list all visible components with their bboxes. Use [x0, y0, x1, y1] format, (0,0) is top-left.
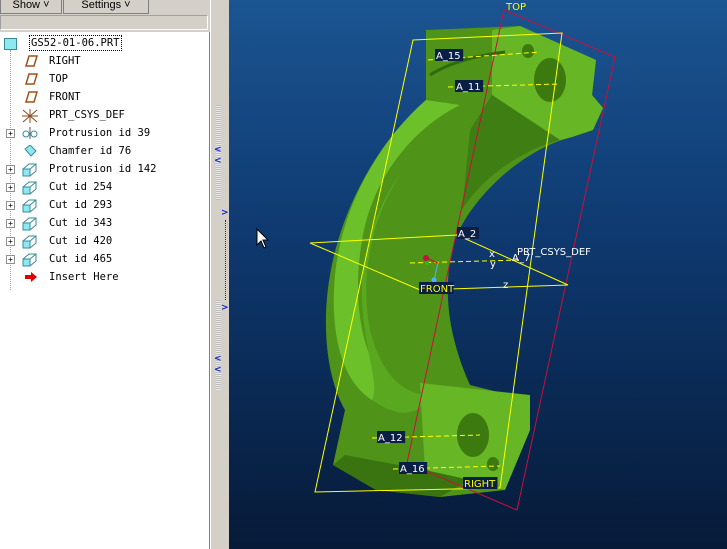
tree-header-bar — [0, 15, 208, 30]
tree-item-label: RIGHT — [49, 55, 81, 67]
csys-z-label[interactable]: z — [503, 280, 508, 291]
datum-plane-icon — [22, 73, 39, 85]
tree-item[interactable]: + Cut id 254 — [0, 178, 200, 196]
revolve-protrusion-icon — [22, 127, 38, 139]
right-plane-label[interactable]: RIGHT — [463, 477, 498, 490]
extrude-icon — [22, 163, 38, 177]
tree-item-label: Insert Here — [49, 271, 119, 283]
expand-icon[interactable]: + — [6, 129, 15, 138]
expand-icon[interactable]: + — [6, 183, 15, 192]
axis-label-a_11-text: A_11 — [456, 82, 481, 93]
model-tree-panel: Show ˅ Settings ˅ GS52-01-06.PRT RIGHT TO… — [0, 0, 210, 549]
sash-handle[interactable] — [216, 300, 221, 390]
tree-item-label: Cut id 343 — [49, 217, 113, 229]
datum-plane-icon — [22, 91, 39, 103]
tree-item-label: FRONT — [49, 91, 81, 103]
expand-icon[interactable]: + — [6, 201, 15, 210]
expand-icon[interactable]: + — [6, 219, 15, 228]
tree-item-label: Cut id 420 — [49, 235, 113, 247]
tree-root[interactable]: GS52-01-06.PRT — [0, 34, 200, 52]
axis-label-a_2-text: A_2 — [458, 229, 476, 240]
settings-label: Settings — [81, 0, 122, 11]
tree-item[interactable]: RIGHT — [0, 52, 200, 70]
axis-label-a_15-text: A_15 — [436, 51, 461, 62]
datum-plane-icon — [22, 55, 39, 67]
axis-label-a_12[interactable]: A_12 — [377, 431, 406, 444]
tree-item[interactable]: + Protrusion id 39 — [0, 124, 200, 142]
tree-item[interactable]: TOP — [0, 70, 200, 88]
tree-item-label: Protrusion id 142 — [49, 163, 157, 175]
csys-z-label-text: z — [503, 280, 508, 291]
tree-item-label: Cut id 254 — [49, 181, 113, 193]
csys-y-label[interactable]: y — [490, 259, 496, 270]
mouse-cursor-icon — [256, 227, 270, 249]
collapse-left-icon[interactable]: < — [214, 365, 222, 375]
axis-label-a_7-text: A_7 — [512, 253, 530, 264]
front-plane-label[interactable]: FRONT — [419, 282, 455, 295]
splitter-dotted-line — [225, 220, 226, 300]
axis-label-a_16[interactable]: A_16 — [399, 462, 428, 475]
tree-item[interactable]: + Cut id 293 — [0, 196, 200, 214]
expand-right-icon[interactable]: > — [221, 208, 229, 218]
chamfer-icon — [22, 144, 38, 157]
top-plane-label[interactable]: TOP — [505, 2, 526, 13]
tree-item-label: TOP — [49, 73, 68, 85]
show-menu-button[interactable]: Show ˅ — [0, 0, 62, 14]
tree-item-label: Chamfer id 76 — [49, 145, 132, 157]
graphics-viewport[interactable]: TOP RIGHT FRONT PRT_CSYS_DEF A_15 A_11 A_2 A_7 A… — [229, 0, 727, 549]
tree-item[interactable]: PRT_CSYS_DEF — [0, 106, 200, 124]
collapse-left-icon[interactable]: < — [214, 145, 222, 155]
part-icon — [4, 38, 17, 50]
insert-arrow-icon — [22, 271, 38, 283]
tree-item[interactable]: Chamfer id 76 — [0, 142, 200, 160]
tree-item-label: Protrusion id 39 — [49, 127, 151, 139]
axis-label-a_11[interactable]: A_11 — [455, 80, 484, 93]
tree-item[interactable]: + Cut id 420 — [0, 232, 200, 250]
show-label: Show — [12, 0, 41, 11]
axis-label-a_2[interactable]: A_2 — [457, 227, 479, 240]
axis-label-a_7[interactable]: A_7 — [512, 253, 530, 264]
expand-icon[interactable]: + — [6, 237, 15, 246]
axis-label-a_12-text: A_12 — [378, 433, 403, 444]
extrude-icon — [22, 235, 38, 249]
axis-label-a_16-text: A_16 — [400, 464, 425, 475]
tree-item-label: Cut id 293 — [49, 199, 113, 211]
tree-item[interactable]: + Protrusion id 142 — [0, 160, 200, 178]
tree-item[interactable]: FRONT — [0, 88, 200, 106]
panel-splitter[interactable]: < < > > < < — [210, 0, 230, 549]
model-view: TOPRIGHTFRONTPRT_CSYS_DEFA_15A_11A_2A_7A… — [256, 2, 616, 511]
front-plane-label-text: FRONT — [420, 284, 455, 295]
extrude-icon — [22, 199, 38, 213]
csys-y-label-text: y — [490, 259, 496, 270]
settings-menu-button[interactable]: Settings ˅ — [63, 0, 149, 14]
extrude-icon — [22, 217, 38, 231]
tree-root-label: GS52-01-06.PRT — [29, 35, 122, 51]
collapse-left-icon[interactable]: < — [214, 156, 222, 166]
axis-label-a_15[interactable]: A_15 — [435, 49, 464, 62]
right-plane-label-text: RIGHT — [464, 479, 496, 490]
model-tree[interactable]: GS52-01-06.PRT RIGHT TOP FRONT PRT_CSYS_DEF… — [0, 32, 210, 549]
part-model — [325, 26, 603, 497]
tree-item[interactable]: + Cut id 343 — [0, 214, 200, 232]
top-plane-label-text: TOP — [505, 2, 526, 13]
extrude-icon — [22, 181, 38, 195]
tree-item[interactable]: Insert Here — [0, 268, 200, 286]
extrude-icon — [22, 253, 38, 267]
expand-icon[interactable]: + — [6, 255, 15, 264]
expand-right-icon[interactable]: > — [221, 303, 229, 313]
coordinate-system-icon — [22, 109, 38, 123]
expand-icon[interactable]: + — [6, 165, 15, 174]
tree-item-label: Cut id 465 — [49, 253, 113, 265]
tree-item[interactable]: + Cut id 465 — [0, 250, 200, 268]
collapse-left-icon[interactable]: < — [214, 354, 222, 364]
tree-item-label: PRT_CSYS_DEF — [49, 109, 125, 121]
